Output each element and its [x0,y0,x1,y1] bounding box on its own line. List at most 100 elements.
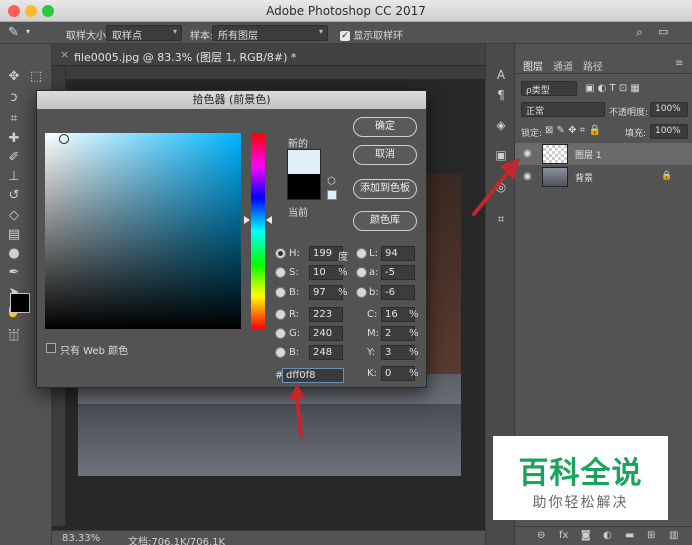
hue-slider[interactable] [251,133,265,329]
blue-label: B: [289,347,300,358]
r-label: R: [289,309,300,320]
stamp-tool-icon[interactable]: ⊥ [4,168,24,186]
lock-icons[interactable]: ⊠ ✎ ✥ ⌗ 🔒 [545,125,601,136]
hue-slider-right-handle[interactable] [266,216,272,224]
g-input[interactable]: 240 [309,326,343,341]
search-icon[interactable]: ⌕ [636,25,643,40]
layer-name: 背景 [575,174,594,184]
r-input[interactable]: 223 [309,307,343,322]
layers-panel-footer: ⊖ fx ◙ ◐ ▬ ⊞ ▥ [515,526,692,545]
radio-b[interactable] [275,287,286,298]
sample-size-select[interactable]: 取样点 ▾ [106,25,182,42]
dialog-title: 拾色器 (前景色) [37,91,426,109]
gradient-tool-icon[interactable]: ▤ [4,226,24,244]
dodge-tool-icon[interactable]: ● [4,245,24,263]
add-to-swatches-button[interactable]: 添加到色板 [353,179,417,199]
layer-row[interactable]: ◉ 背景 🔒 [515,166,692,188]
lab-b-input[interactable]: -6 [381,285,415,300]
layers-panel-icon[interactable]: ◈ [494,118,508,132]
lasso-tool-icon[interactable]: ↄ [4,89,24,107]
blue-input[interactable]: 248 [309,345,343,360]
radio-g[interactable] [275,328,286,339]
marquee-tool-icon[interactable]: ⬚ [26,68,46,86]
zoom-level[interactable]: 83.33% [62,533,100,544]
lock-label: 锁定: [521,129,543,139]
a-input[interactable]: -5 [381,265,415,280]
brush-tool-icon[interactable]: ✐ [4,149,24,167]
fx-icon[interactable]: fx [559,530,568,541]
lab-b-label: b: [369,287,379,298]
show-ring-checkbox[interactable]: ✓ 显示取样环 [340,27,403,42]
blend-mode-select[interactable]: 正常 [521,102,605,117]
horizontal-ruler [66,66,485,80]
current-color-label: 当前 [288,208,308,219]
close-icon[interactable]: × [60,48,69,61]
layer-thumbnail [542,167,568,187]
paragraph-panel-icon[interactable]: ¶ [494,88,508,102]
eraser-tool-icon[interactable]: ◇ [4,207,24,225]
ok-button[interactable]: 确定 [353,117,417,137]
hue-slider-left-handle[interactable] [244,216,250,224]
document-tab-title: file0005.jpg @ 83.3% (图层 1, RGB/8#) * [74,51,297,64]
radio-h[interactable] [275,248,286,259]
workspace-icon[interactable]: ▭ [658,25,668,38]
link-icon[interactable]: ⊖ [537,530,545,541]
tab-channels[interactable]: 通道 [553,58,573,73]
watermark-logo: 百科全说 助你轻松解决 [493,436,668,520]
adjustment-icon[interactable]: ◐ [603,530,612,541]
panel-menu-icon[interactable]: ≡ [675,58,683,69]
radio-lab-b[interactable] [356,287,367,298]
sample-select[interactable]: 所有图层 ▾ [212,25,328,42]
opacity-input[interactable]: 100% [650,102,688,117]
eye-icon[interactable]: ◉ [523,148,532,159]
a-label: a: [369,267,379,278]
trash-icon[interactable]: ▥ [669,530,678,541]
current-color-swatch[interactable] [287,174,321,200]
l-input[interactable]: 94 [381,246,415,261]
saturation-brightness-field[interactable] [45,133,241,329]
radio-s[interactable] [275,267,286,278]
hex-input[interactable]: dff0f8 [282,368,344,383]
radio-a[interactable] [356,267,367,278]
mask-icon[interactable]: ◙ [581,530,591,541]
pen-tool-icon[interactable]: ✒ [4,264,24,282]
color-picker-dialog: 拾色器 (前景色) 新的 当前 ⬡ 确定 取消 添加到色板 颜色库 H: 199… [36,90,427,388]
h-label: H: [289,248,300,259]
history-brush-icon[interactable]: ↺ [4,187,24,205]
color-field-cursor[interactable] [59,134,69,144]
tab-paths[interactable]: 路径 [583,58,603,73]
eyedropper-icon[interactable]: ✎ [8,25,19,40]
chevron-down-icon: ▾ [172,27,177,36]
chevron-down-icon[interactable]: ▾ [26,27,30,36]
web-safe-swatch[interactable] [327,190,337,200]
tab-layers[interactable]: 图层 [523,58,543,73]
cancel-button[interactable]: 取消 [353,145,417,165]
opacity-label: 不透明度: [609,108,649,118]
cube-icon[interactable]: ⬡ [327,176,336,187]
foreground-color-swatch[interactable] [10,293,30,313]
layer-filter-select[interactable]: ρ类型 [521,81,577,96]
eye-icon[interactable]: ◉ [523,171,532,182]
title-bar: Adobe Photoshop CC 2017 [0,0,692,22]
healing-brush-icon[interactable]: ✚ [4,130,24,148]
document-tab[interactable]: × file0005.jpg @ 83.3% (图层 1, RGB/8#) * [52,44,485,66]
y-unit: % [409,347,419,358]
options-bar: ✎ ▾ 取样大小: 取样点 ▾ 样本: 所有图层 ▾ ✓ 显示取样环 ⌕ ▭ [0,22,692,44]
move-tool-icon[interactable]: ✥ [4,68,24,86]
b-unit: % [338,287,348,298]
new-layer-icon[interactable]: ⊞ [647,530,655,541]
radio-blue[interactable] [275,347,286,358]
quick-mask-icon[interactable]: ◫ [4,327,24,345]
character-panel-icon[interactable]: A [494,68,508,82]
radio-l[interactable] [356,248,367,259]
color-libraries-button[interactable]: 颜色库 [353,211,417,231]
filter-icons[interactable]: ▣ ◐ T ⊡ ▦ [585,83,640,94]
c-unit: % [409,309,419,320]
fill-input[interactable]: 100% [650,124,688,139]
group-icon[interactable]: ▬ [625,530,634,541]
radio-r[interactable] [275,309,286,320]
layer-row[interactable]: ◉ 图层 1 [515,143,692,165]
web-colors-label: 只有 Web 颜色 [60,346,129,357]
crop-tool-icon[interactable]: ⌗ [4,110,24,128]
web-colors-checkbox[interactable] [46,343,56,353]
